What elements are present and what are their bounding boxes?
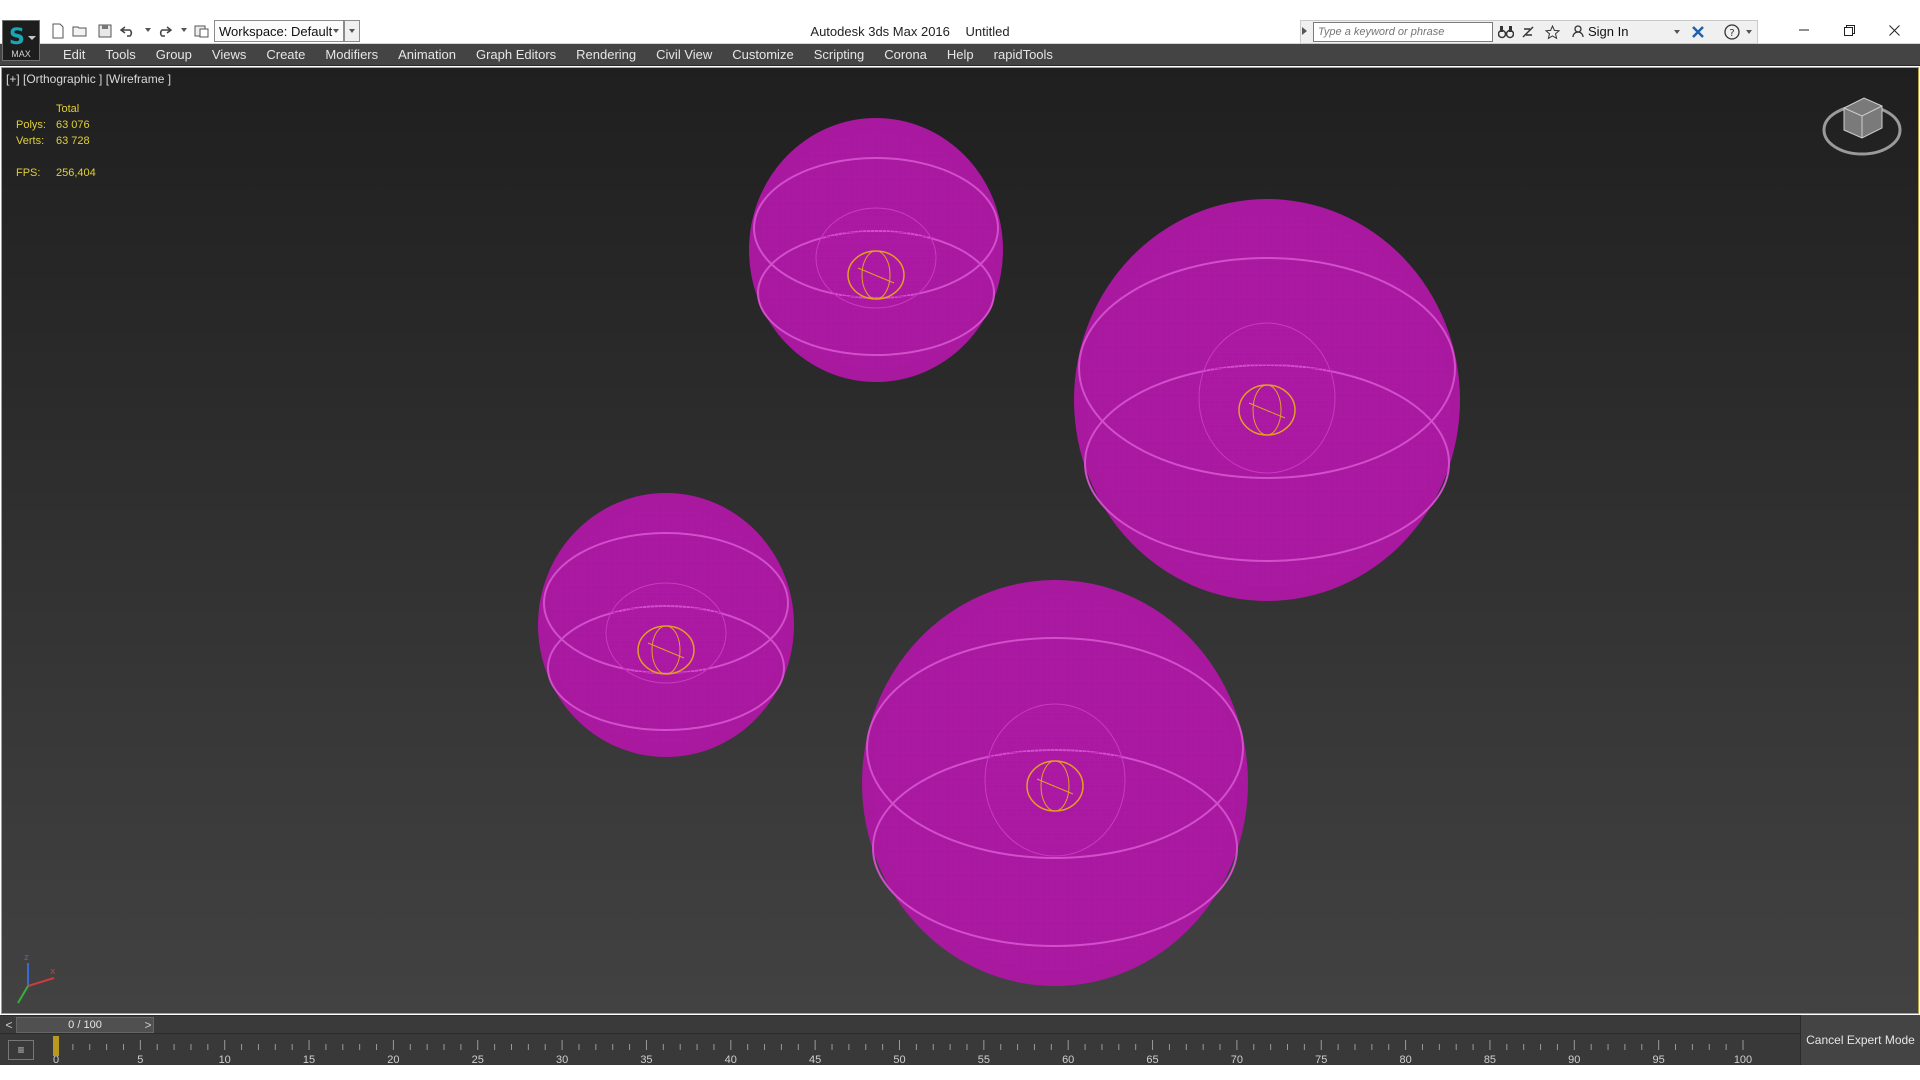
menu-help[interactable]: Help (937, 47, 984, 62)
menu-corona[interactable]: Corona (874, 47, 937, 62)
restore-button[interactable] (1827, 16, 1871, 44)
new-file-icon[interactable] (48, 21, 68, 41)
help-icon[interactable]: ? (1722, 22, 1742, 42)
svg-text:?: ? (1729, 28, 1734, 39)
wireframe-object-4[interactable] (862, 580, 1248, 986)
undo-icon[interactable] (118, 21, 138, 41)
menu-bar: Edit Tools Group Views Create Modifiers … (0, 44, 1920, 66)
time-next-button[interactable]: > (141, 1017, 155, 1033)
orthographic-viewport[interactable]: [+] [Orthographic ] [Wireframe ] Total P… (1, 67, 1919, 1014)
menu-edit[interactable]: Edit (53, 47, 95, 62)
app-logo-icon: S (9, 25, 25, 50)
wireframe-object-2[interactable] (1074, 199, 1460, 601)
time-slider-thumb[interactable]: 0 / 100 (16, 1017, 154, 1033)
menu-graph-editors[interactable]: Graph Editors (466, 47, 566, 62)
menu-create[interactable]: Create (256, 47, 315, 62)
axis-tripod-icon: z x (17, 953, 56, 1004)
restore-icon (1843, 24, 1855, 36)
chevron-down-icon (28, 36, 36, 40)
cancel-expert-mode-button[interactable]: Cancel Expert Mode (1800, 1015, 1920, 1065)
subscription-icon[interactable] (1518, 22, 1538, 42)
star-icon[interactable] (1542, 22, 1562, 42)
app-logo-label: MAX (11, 49, 31, 59)
track-ruler: 0 5 10 15 20 25 30 35 40 45 50 55 60 65 70 75 80 85 90 95 10… (53, 1036, 1752, 1066)
infocenter-expand-icon[interactable] (1302, 27, 1307, 35)
window-title: Autodesk 3ds Max 2016 Untitled (700, 24, 1120, 39)
minimize-button[interactable] (1782, 16, 1826, 44)
track-bar[interactable]: ≡ 0 5 10 15 20 25 30 35 40 45 50 55 60 65 70 75 80 85 90 95… (0, 1033, 1800, 1066)
redo-icon[interactable] (154, 21, 174, 41)
search-input[interactable] (1313, 22, 1493, 42)
wireframe-object-3[interactable] (538, 493, 794, 757)
close-icon (1888, 24, 1900, 36)
viewport-scene: z x (17, 97, 1902, 1004)
help-caret[interactable] (1746, 30, 1752, 34)
menu-rendering[interactable]: Rendering (566, 47, 646, 62)
status-strip (0, 1065, 1920, 1080)
svg-text:z: z (24, 953, 29, 963)
sign-in-caret[interactable] (1674, 30, 1680, 34)
minimize-icon (1799, 29, 1809, 31)
time-prev-button[interactable]: < (2, 1017, 16, 1033)
close-button[interactable] (1872, 16, 1916, 44)
sign-in-label: Sign In (1588, 24, 1629, 39)
user-icon (1572, 25, 1584, 38)
document-title: Untitled (965, 24, 1010, 39)
menu-modifiers[interactable]: Modifiers (315, 47, 388, 62)
binoculars-icon[interactable] (1496, 22, 1516, 42)
wireframe-object-1[interactable] (749, 118, 1003, 382)
menu-group[interactable]: Group (146, 47, 202, 62)
quick-access-customize-button[interactable] (344, 20, 360, 42)
chevron-down-icon (333, 29, 339, 33)
redo-list-caret[interactable] (181, 28, 187, 32)
menu-rapidtools[interactable]: rapidTools (984, 47, 1063, 62)
undo-list-caret[interactable] (145, 28, 151, 32)
menu-tools[interactable]: Tools (95, 47, 145, 62)
svg-text:x: x (50, 967, 56, 977)
sign-in-button[interactable]: Sign In (1572, 24, 1628, 39)
menu-scripting[interactable]: Scripting (804, 47, 875, 62)
exchange-apps-icon[interactable] (1688, 22, 1708, 42)
save-icon[interactable] (95, 21, 115, 41)
open-file-icon[interactable] (70, 21, 90, 41)
menu-views[interactable]: Views (202, 47, 256, 62)
viewcube-icon[interactable] (1822, 97, 1902, 156)
workspace-dropdown[interactable]: Workspace: Default (214, 20, 344, 42)
application-button[interactable]: S MAX (2, 20, 40, 61)
menu-civil-view[interactable]: Civil View (646, 47, 722, 62)
project-folder-icon[interactable] (192, 21, 212, 41)
time-slider[interactable]: < 0 / 100 > (0, 1015, 1800, 1033)
menu-customize[interactable]: Customize (722, 47, 803, 62)
workspace-label: Workspace: Default (219, 24, 333, 39)
app-title: Autodesk 3ds Max 2016 (810, 24, 950, 39)
menu-animation[interactable]: Animation (388, 47, 466, 62)
current-frame-marker[interactable] (53, 1036, 59, 1056)
